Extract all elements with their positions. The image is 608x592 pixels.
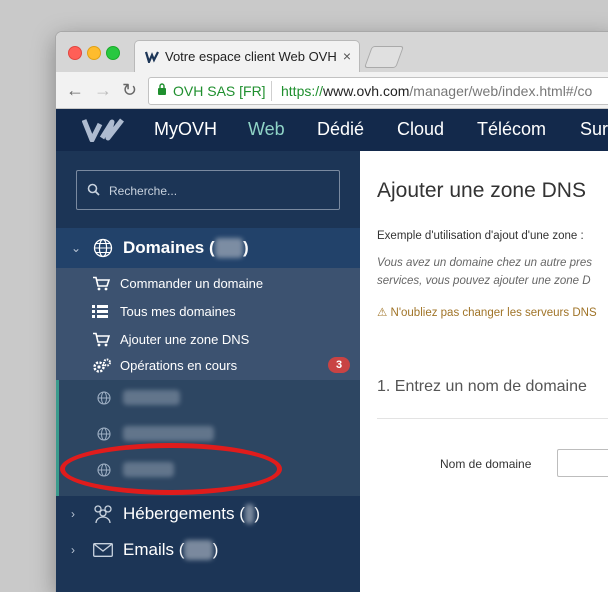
submenu-tous-mes-domaines[interactable]: Tous mes domaines (92, 298, 360, 326)
hosting-count-blurred: 0 (244, 504, 255, 524)
forward-arrow-icon[interactable]: → (94, 80, 112, 101)
window-minimize-button[interactable] (87, 46, 101, 60)
submenu-label: Ajouter une zone DNS (120, 332, 250, 347)
cart-icon (92, 332, 111, 352)
url-separator (271, 81, 272, 101)
sidebar: ⌄ Domaines (000) Commander un domaine To… (56, 151, 360, 592)
section-label-domaines: Domaines (000) (123, 238, 249, 258)
window-close-button[interactable] (68, 46, 82, 60)
ovh-favicon-icon (144, 50, 159, 68)
list-icon (92, 304, 108, 323)
search-input[interactable] (107, 180, 331, 202)
lock-icon (157, 83, 167, 99)
intro-description: Vous avez un domaine chez un autre pres … (377, 254, 592, 290)
nav-telecom[interactable]: Télécom (477, 119, 546, 140)
submenu-label: Tous mes domaines (120, 304, 236, 319)
address-bar[interactable]: OVH SAS [FR] https://www.ovh.com/manager… (148, 77, 608, 105)
submenu-label: Opérations en cours (120, 358, 238, 373)
domain-name-label: Nom de domaine (440, 457, 532, 471)
secure-site-label: OVH SAS [FR] (173, 83, 266, 99)
intro-description-line: services, vous pouvez ajouter une zone D (377, 275, 591, 287)
domain-count-blurred: 000 (214, 238, 244, 258)
url-text[interactable]: https://www.ovh.com/manager/web/index.ht… (281, 83, 592, 99)
window-maximize-button[interactable] (106, 46, 120, 60)
globe-icon (93, 238, 113, 263)
reload-icon[interactable]: ↻ (122, 80, 137, 101)
tab-strip: Votre espace client Web OVH × (56, 32, 608, 73)
sidebar-section-emails[interactable]: › Emails (000) (56, 532, 360, 568)
nav-cloud[interactable]: Cloud (397, 119, 444, 140)
nav-dedie[interactable]: Dédié (317, 119, 364, 140)
highlight-annotation-ellipse (60, 443, 282, 495)
nav-sur[interactable]: Sur (580, 119, 608, 140)
page-title: Ajouter une zone DNS (377, 179, 586, 202)
submenu-ajouter-zone-dns[interactable]: Ajouter une zone DNS (92, 326, 360, 354)
operations-count-badge: 3 (328, 357, 350, 373)
back-arrow-icon[interactable]: ← (66, 80, 84, 101)
browser-toolbar: ← → ↻ OVH SAS [FR] https://www.ovh.com/m… (56, 72, 608, 109)
url-scheme: https:// (281, 83, 324, 99)
globe-icon (97, 427, 111, 446)
domain-name-input[interactable] (557, 449, 608, 477)
gears-icon (92, 358, 112, 379)
chevron-right-icon[interactable]: › (71, 507, 75, 521)
tab-close-icon[interactable]: × (343, 48, 351, 64)
sidebar-search (76, 170, 340, 210)
people-icon (92, 504, 114, 529)
domain-name-blurred: xxxxxxx.fr (123, 390, 181, 405)
intro-description-line: Vous avez un domaine chez un autre pres (377, 257, 593, 269)
section-label-hebergements: Hébergements (0) (123, 504, 261, 524)
section-label-emails: Emails (000) (123, 540, 219, 560)
main-content: Ajouter une zone DNS Exemple d'utilisati… (360, 151, 608, 592)
submenu-operations-en-cours[interactable]: Opérations en cours 3 (92, 352, 360, 380)
browser-tab-active[interactable]: Votre espace client Web OVH × (134, 40, 360, 72)
warning-message: ⚠ N'oubliez pas changer les serveurs DNS (377, 307, 597, 319)
warning-icon: ⚠ (377, 307, 388, 319)
nav-myovh[interactable]: MyOVH (154, 119, 217, 140)
cart-icon (92, 276, 111, 296)
url-path: /manager/web/index.html#/co (409, 83, 593, 99)
search-icon (87, 183, 100, 201)
submenu-label: Commander un domaine (120, 276, 264, 291)
browser-window: Votre espace client Web OVH × ← → ↻ OVH … (56, 32, 608, 592)
sidebar-section-domaines[interactable]: ⌄ Domaines (000) (56, 228, 360, 268)
chevron-right-icon[interactable]: › (71, 543, 75, 557)
globe-icon (97, 391, 111, 410)
domaines-submenu: Commander un domaine Tous mes domaines A… (56, 268, 360, 380)
new-tab-button[interactable] (363, 46, 405, 68)
ovh-top-nav: MyOVH Web Dédié Cloud Télécom Sur (56, 109, 608, 151)
chevron-down-icon[interactable]: ⌄ (71, 241, 81, 255)
domain-list-item[interactable]: xxxxxxx.fr (97, 380, 337, 416)
tab-title: Votre espace client Web OVH (165, 49, 337, 64)
intro-text: Exemple d'utilisation d'ajout d'une zone… (377, 230, 584, 242)
sidebar-section-hebergements[interactable]: › Hébergements (0) (56, 496, 360, 532)
step-title: 1. Entrez un nom de domaine (377, 378, 587, 395)
envelope-icon (93, 543, 113, 562)
nav-web[interactable]: Web (248, 119, 285, 140)
domain-name-blurred: xxxx-xxxxx.com (123, 426, 214, 441)
divider (377, 418, 608, 419)
ovh-logo-icon[interactable] (81, 118, 128, 147)
emails-count-blurred: 000 (184, 540, 213, 560)
url-host: www.ovh.com (323, 83, 410, 99)
submenu-commander-domaine[interactable]: Commander un domaine (92, 270, 360, 298)
